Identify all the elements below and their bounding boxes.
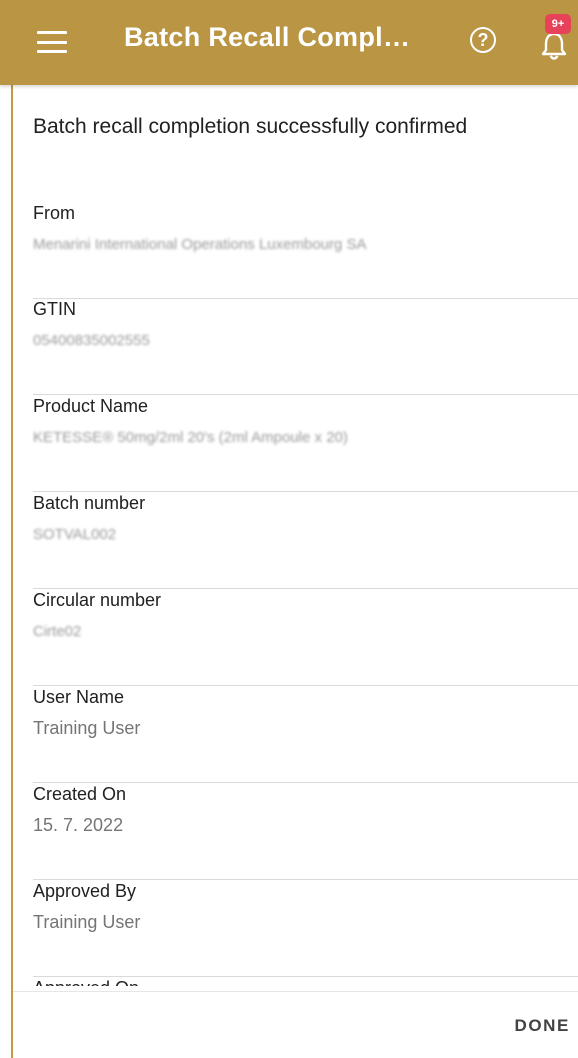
field-label: From	[33, 203, 75, 223]
field-approved-by: Approved By Training User	[33, 881, 578, 977]
field-label: Batch number	[33, 493, 146, 513]
left-frame-edge	[0, 85, 13, 1058]
field-label: User Name	[33, 687, 125, 707]
field-value: Training User	[33, 912, 141, 932]
field-label: GTIN	[33, 299, 76, 319]
field-created-on: Created On 15. 7. 2022	[33, 784, 578, 880]
field-label: Created On	[33, 784, 127, 804]
done-button[interactable]: DONE	[514, 1016, 570, 1036]
field-value: KETESSE® 50mg/2ml 20's (2ml Ampoule x 20…	[33, 429, 348, 446]
hamburger-menu-icon[interactable]	[37, 31, 67, 53]
field-approved-on: Approved On	[33, 978, 578, 986]
field-value: 15. 7. 2022	[33, 815, 124, 835]
app-bar: Batch Recall Compl… ? 9+	[0, 0, 578, 85]
field-value: SOTVAL002	[33, 526, 117, 543]
field-value: Cirte02	[33, 623, 82, 640]
field-product-name: Product Name KETESSE® 50mg/2ml 20's (2ml…	[33, 396, 578, 492]
field-label: Product Name	[33, 396, 149, 416]
confirmation-message: Batch recall completion successfully con…	[33, 115, 468, 138]
page-title: Batch Recall Compl…	[124, 22, 411, 52]
dialog-footer: DONE	[13, 991, 578, 1058]
field-value: Menarini International Operations Luxemb…	[33, 236, 367, 253]
field-batch-number: Batch number SOTVAL002	[33, 493, 578, 589]
notification-badge: 9+	[545, 14, 571, 34]
field-gtin: GTIN 05400835002555	[33, 299, 578, 395]
field-label: Approved On	[33, 978, 139, 986]
field-label: Approved By	[33, 881, 137, 901]
field-label: Circular number	[33, 590, 162, 610]
field-value: Training User	[33, 718, 141, 738]
field-user-name: User Name Training User	[33, 687, 578, 783]
field-from: From Menarini International Operations L…	[33, 203, 578, 299]
field-circular-number: Circular number Cirte02	[33, 590, 578, 686]
field-value: 05400835002555	[33, 332, 150, 349]
help-icon[interactable]: ?	[470, 27, 496, 53]
details-content[interactable]: Batch recall completion successfully con…	[13, 85, 578, 986]
